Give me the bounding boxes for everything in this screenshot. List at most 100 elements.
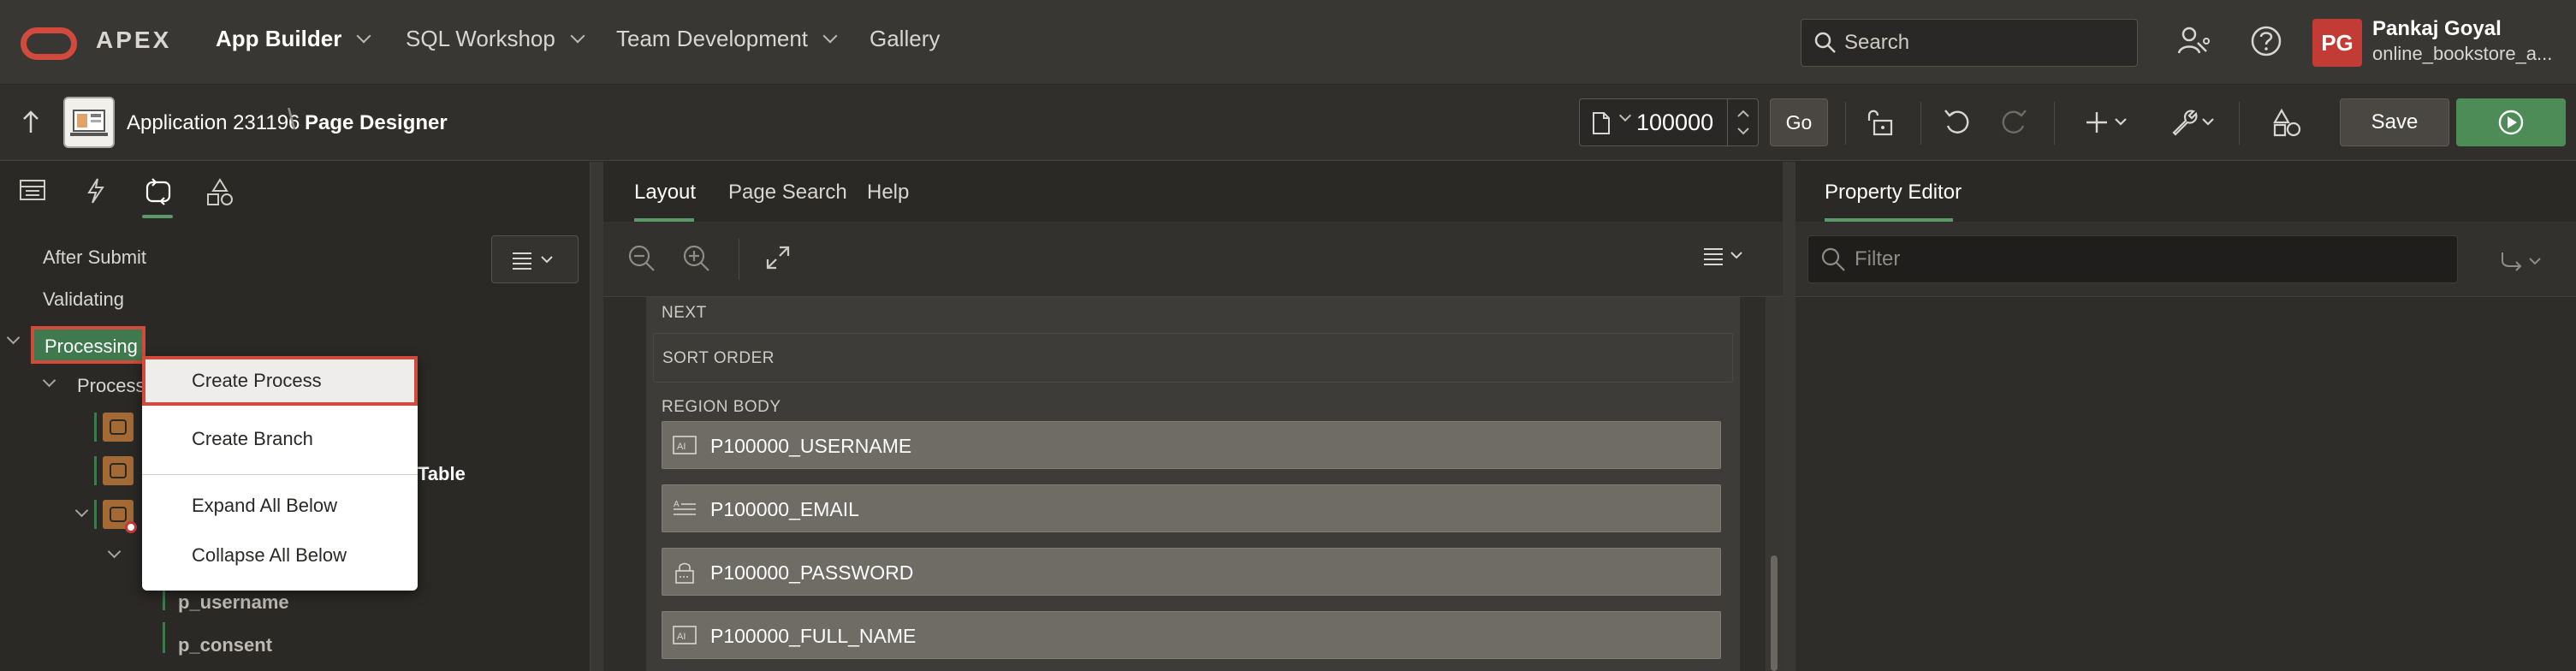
top-header: APEX App Builder SQL Workshop Team Devel… — [0, 0, 2576, 85]
nav-team-development-label: Team Development — [616, 26, 808, 51]
avatar[interactable]: PG — [2312, 19, 2362, 67]
right-splitter[interactable] — [1783, 162, 1795, 671]
tree-node-after-submit[interactable]: After Submit — [43, 246, 146, 269]
nav-app-builder[interactable]: App Builder — [216, 26, 371, 52]
chevron-down-icon[interactable] — [42, 373, 56, 388]
tree-node-processes[interactable]: Process — [77, 375, 145, 397]
process-icon — [103, 456, 134, 485]
tree-guide-line — [94, 500, 97, 529]
dynamic-actions-lightning-icon[interactable] — [84, 177, 108, 205]
property-filter-row — [1795, 222, 2576, 297]
go-button[interactable]: Go — [1770, 98, 1828, 146]
admin-user-icon[interactable] — [2175, 24, 2210, 58]
tab-property-editor[interactable]: Property Editor — [1825, 181, 1962, 205]
page-stepper[interactable] — [1727, 99, 1758, 145]
menu-item-create-branch[interactable]: Create Branch — [142, 414, 418, 464]
layout-toolbar — [603, 222, 1783, 297]
save-button[interactable]: Save — [2340, 98, 2449, 146]
page-item-label: P100000_FULL_NAME — [710, 625, 917, 647]
nav-gallery[interactable]: Gallery — [870, 26, 940, 52]
menu-item-create-process[interactable]: Create Process — [142, 356, 418, 406]
region-next-label[interactable]: NEXT — [662, 304, 707, 323]
svg-text:A: A — [674, 500, 680, 509]
create-menu-icon[interactable] — [2085, 107, 2133, 138]
center-pane: Layout Page Search Help NEXT SORT ORDER … — [603, 162, 1783, 671]
go-to-group-icon[interactable] — [2499, 251, 2550, 273]
tree-node-table-fragment[interactable]: Table — [418, 463, 466, 485]
oracle-logo-icon[interactable] — [21, 27, 77, 60]
textarea-icon: A — [674, 500, 696, 515]
shared-components-icon[interactable] — [2271, 107, 2302, 138]
page-item-username[interactable]: AI P100000_USERNAME — [662, 421, 1721, 469]
tab-page-search[interactable]: Page Search — [728, 181, 847, 205]
help-icon[interactable] — [2249, 24, 2283, 58]
tab-help[interactable]: Help — [867, 181, 909, 205]
app-thumbnail-icon — [70, 110, 108, 136]
nav-gallery-label: Gallery — [870, 26, 941, 51]
chevron-down-icon[interactable] — [107, 544, 122, 559]
brand-name[interactable]: APEX — [96, 27, 171, 54]
rendering-tab-icon[interactable] — [19, 177, 46, 203]
tree-node-processing[interactable]: Processing — [31, 326, 145, 364]
scrollbar-thumb[interactable] — [1771, 555, 1778, 671]
toolbar-divider — [1845, 102, 1846, 145]
menu-item-collapse-all-below[interactable]: Collapse All Below — [142, 531, 418, 580]
expand-icon[interactable] — [764, 244, 792, 271]
region-sort-order-label: SORT ORDER — [662, 349, 775, 367]
menu-item-expand-all-below[interactable]: Expand All Below — [142, 481, 418, 531]
search-icon — [1814, 32, 1836, 53]
chevron-down-icon[interactable] — [6, 330, 21, 345]
chevron-down-icon[interactable] — [1618, 109, 1632, 122]
search-icon — [1821, 247, 1845, 271]
processing-tab-icon[interactable] — [144, 177, 173, 206]
page-item-full-name[interactable]: AI P100000_FULL_NAME — [662, 611, 1721, 659]
zoom-in-icon[interactable] — [682, 244, 711, 273]
zoom-out-icon[interactable] — [627, 244, 656, 273]
page-item-label: P100000_USERNAME — [710, 435, 912, 457]
lock-page-icon[interactable] — [1866, 107, 1895, 138]
tree-guide-line — [94, 456, 97, 485]
lock-icon — [675, 562, 694, 584]
error-badge-icon — [125, 521, 137, 533]
global-search[interactable] — [1801, 19, 2138, 67]
left-splitter[interactable] — [591, 162, 603, 671]
user-workspace: online_bookstore_a... — [2372, 43, 2553, 64]
tree-node-param-username[interactable]: p_username — [178, 591, 289, 614]
tree-guide-line — [94, 413, 97, 442]
page-item-label: P100000_EMAIL — [710, 498, 859, 520]
utilities-wrench-icon[interactable] — [2169, 107, 2220, 138]
page-number-selector[interactable] — [1579, 98, 1759, 146]
page-number-input[interactable] — [1636, 108, 1725, 137]
page-item-email[interactable]: A P100000_EMAIL — [662, 484, 1721, 532]
user-name[interactable]: Pankaj Goyal — [2372, 17, 2502, 41]
text-field-icon: AI — [673, 436, 697, 454]
toolbar-divider — [1920, 102, 1921, 145]
run-page-button[interactable] — [2456, 98, 2566, 146]
chevron-down-icon[interactable] — [74, 503, 89, 518]
region-sort-order[interactable]: SORT ORDER — [653, 333, 1733, 383]
tree-node-param-consent[interactable]: p_consent — [178, 634, 272, 656]
arrow-up-icon[interactable] — [21, 109, 41, 136]
property-filter[interactable] — [1807, 235, 2458, 283]
application-icon[interactable] — [63, 97, 115, 148]
region-body-label[interactable]: REGION BODY — [662, 398, 781, 417]
chevron-down-icon — [356, 28, 371, 43]
layout-menu-icon[interactable] — [1702, 244, 1754, 268]
filter-input[interactable] — [1855, 245, 2445, 274]
breadcrumb-application[interactable]: Application 231196 — [127, 111, 300, 135]
undo-icon[interactable] — [1943, 107, 1974, 138]
menu-lines-icon — [513, 252, 553, 270]
redo-icon — [2002, 110, 2027, 134]
nav-sql-workshop-label: SQL Workshop — [406, 26, 555, 51]
tab-layout[interactable]: Layout — [634, 181, 696, 205]
nav-sql-workshop[interactable]: SQL Workshop — [406, 26, 585, 52]
page-item-password[interactable]: P100000_PASSWORD — [662, 548, 1721, 596]
svg-text:AI: AI — [677, 442, 686, 452]
shared-components-tab-icon[interactable] — [205, 177, 234, 206]
nav-team-development[interactable]: Team Development — [616, 26, 838, 52]
text-field-icon: AI — [673, 626, 697, 644]
tree-node-validating[interactable]: Validating — [43, 288, 124, 311]
search-input[interactable] — [1844, 28, 2127, 57]
tree-node-processing-label: Processing — [45, 336, 138, 357]
tree-menu-button[interactable] — [491, 235, 579, 283]
